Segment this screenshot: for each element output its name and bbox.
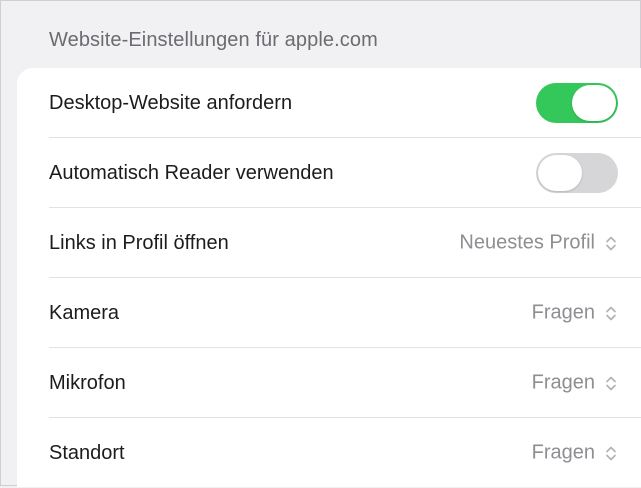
chevron-up-down-icon	[606, 446, 616, 460]
camera-select[interactable]: Fragen	[532, 302, 617, 325]
row-microphone[interactable]: Mikrofon Fragen	[49, 348, 641, 418]
row-location[interactable]: Standort Fragen	[49, 418, 641, 488]
row-auto-reader[interactable]: Automatisch Reader verwenden	[49, 138, 641, 208]
auto-reader-toggle[interactable]	[536, 153, 618, 193]
location-select[interactable]: Fragen	[532, 442, 617, 465]
toggle-knob	[538, 155, 582, 191]
row-links-profile[interactable]: Links in Profil öffnen Neuestes Profil	[49, 208, 641, 278]
microphone-select[interactable]: Fragen	[532, 372, 617, 395]
select-value: Neuestes Profil	[459, 231, 595, 254]
row-camera[interactable]: Kamera Fragen	[49, 278, 641, 348]
desktop-website-toggle[interactable]	[536, 83, 618, 123]
toggle-knob	[572, 85, 616, 121]
chevron-up-down-icon	[606, 306, 616, 320]
select-value: Fragen	[531, 301, 595, 324]
chevron-up-down-icon	[606, 236, 616, 250]
select-value: Fragen	[531, 441, 595, 464]
row-desktop-website[interactable]: Desktop-Website anfordern	[49, 68, 641, 138]
select-value: Fragen	[531, 371, 595, 394]
section-title: Website-Einstellungen für apple.com	[49, 29, 378, 51]
chevron-up-down-icon	[606, 376, 616, 390]
links-profile-select[interactable]: Neuestes Profil	[459, 232, 617, 255]
settings-card: Desktop-Website anfordern Automatisch Re…	[17, 68, 641, 487]
settings-panel: Website-Einstellungen für apple.com Desk…	[0, 0, 641, 487]
